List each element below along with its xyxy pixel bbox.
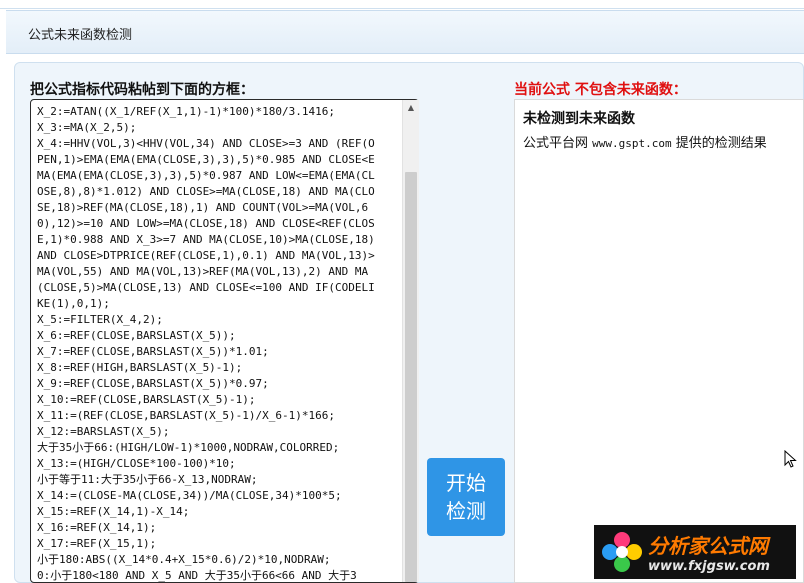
watermark-en-text: www.fxjgsw.com — [648, 559, 770, 574]
formula-code-textarea[interactable]: X_2:=ATAN((X_1/REF(X_1,1)-1)*100)*180/3.… — [30, 99, 419, 583]
start-detect-button[interactable]: 开始 检测 — [427, 458, 505, 536]
result-title: 未检测到未来函数 — [523, 111, 635, 127]
watermark-cn-text: 分析家公式网 — [648, 534, 768, 558]
editor-label: 把公式指标代码粘帖到下面的方框： — [30, 82, 254, 98]
code-line: X_3:=MA(X_2,5); — [37, 121, 137, 134]
code-line: MA(VOL,55) AND MA(VOL,13)>REF(MA(VOL,13)… — [37, 265, 369, 278]
formula-code-content[interactable]: X_2:=ATAN((X_1/REF(X_1,1)-1)*100)*180/3.… — [37, 100, 401, 582]
code-line: X_15:=REF(X_14,1)-X_14; — [37, 505, 190, 518]
result-source-line: 公式平台网 www.gspt.com 提供的检测结果 — [523, 132, 767, 151]
code-line: AND CLOSE>DTPRICE(REF(CLOSE,1),0.1) AND … — [37, 249, 375, 262]
code-line: (CLOSE,5)>MA(CLOSE,13) AND CLOSE<=100 AN… — [37, 281, 375, 294]
detect-button-line1: 开始 — [446, 471, 486, 495]
code-line: X_9:=REF(CLOSE,BARSLAST(X_5))*0.97; — [37, 377, 269, 390]
detect-button-line2: 检测 — [446, 499, 486, 523]
flower-logo-icon — [602, 532, 642, 572]
code-line: E,1)*0.988 AND X_3>=7 AND MA(CLOSE,10)>M… — [37, 233, 375, 246]
window-titlebar: 公式未来函数检测 — [6, 10, 804, 54]
code-line: X_10:=REF(CLOSE,BARSLAST(X_5)-1); — [37, 393, 256, 406]
result-source-suffix: 提供的检测结果 — [675, 136, 767, 151]
code-line: X_11:=(REF(CLOSE,BARSLAST(X_5)-1)/X_6-1)… — [37, 409, 336, 422]
result-panel: 未检测到未来函数 公式平台网 www.gspt.com 提供的检测结果 — [514, 99, 804, 583]
mouse-cursor-icon — [784, 450, 797, 468]
window-title: 公式未来函数检测 — [28, 28, 133, 43]
top-edge — [0, 0, 804, 9]
code-line: 0),12)>=10 AND LOW>=MA(CLOSE,18) AND CLO… — [37, 217, 375, 230]
code-line: X_13:=(HIGH/CLOSE*100-100)*10; — [37, 457, 236, 470]
code-line: 小于等于11:大于35小于66-X_13,NODRAW; — [37, 473, 258, 486]
code-line: X_16:=REF(X_14,1); — [37, 521, 157, 534]
code-line: X_14:=(CLOSE-MA(CLOSE,34))/MA(CLOSE,34)*… — [37, 489, 342, 502]
code-line: SE,18)>REF(MA(CLOSE,18),1) AND COUNT(VOL… — [37, 201, 369, 214]
code-line: 0:小于180<180 AND X_5 AND 大于35小于66<66 AND … — [37, 569, 357, 582]
editor-scrollbar[interactable]: ▲ — [402, 100, 419, 582]
scroll-up-arrow-icon[interactable]: ▲ — [403, 100, 419, 116]
result-label: 当前公式 不包含未来函数： — [514, 82, 687, 98]
code-line: X_2:=ATAN((X_1/REF(X_1,1)-1)*100)*180/3.… — [37, 105, 336, 118]
code-line: MA(EMA(EMA(CLOSE,3),3),5)*0.987 AND LOW<… — [37, 169, 375, 182]
code-line: X_6:=REF(CLOSE,BARSLAST(X_5)); — [37, 329, 236, 342]
code-line: KE(1),0,1); — [37, 297, 110, 310]
code-line: X_5:=FILTER(X_4,2); — [37, 313, 163, 326]
watermark-logo: 分析家公式网 www.fxjgsw.com — [594, 525, 796, 579]
code-line: X_12:=BARSLAST(X_5); — [37, 425, 170, 438]
code-line: X_8:=REF(HIGH,BARSLAST(X_5)-1); — [37, 361, 243, 374]
result-source-prefix: 公式平台网 — [523, 136, 589, 151]
code-line: 大于35小于66:(HIGH/LOW-1)*1000,NODRAW,COLORR… — [37, 441, 340, 454]
scroll-thumb[interactable] — [405, 172, 417, 582]
code-line: 小于180:ABS((X_14*0.4+X_15*0.6)/2)*10,NODR… — [37, 553, 331, 566]
code-line: X_7:=REF(CLOSE,BARSLAST(X_5))*1.01; — [37, 345, 269, 358]
code-line: PEN,1)>EMA(EMA(EMA(CLOSE,3),3),5)*0.985 … — [37, 153, 375, 166]
code-line: X_17:=REF(X_15,1); — [37, 537, 157, 550]
code-line: OSE,8),8)*1.012) AND CLOSE>=MA(CLOSE,18)… — [37, 185, 375, 198]
code-line: X_4:=HHV(VOL,3)<HHV(VOL,34) AND CLOSE>=3… — [37, 137, 375, 150]
result-source-site: www.gspt.com — [592, 137, 672, 150]
